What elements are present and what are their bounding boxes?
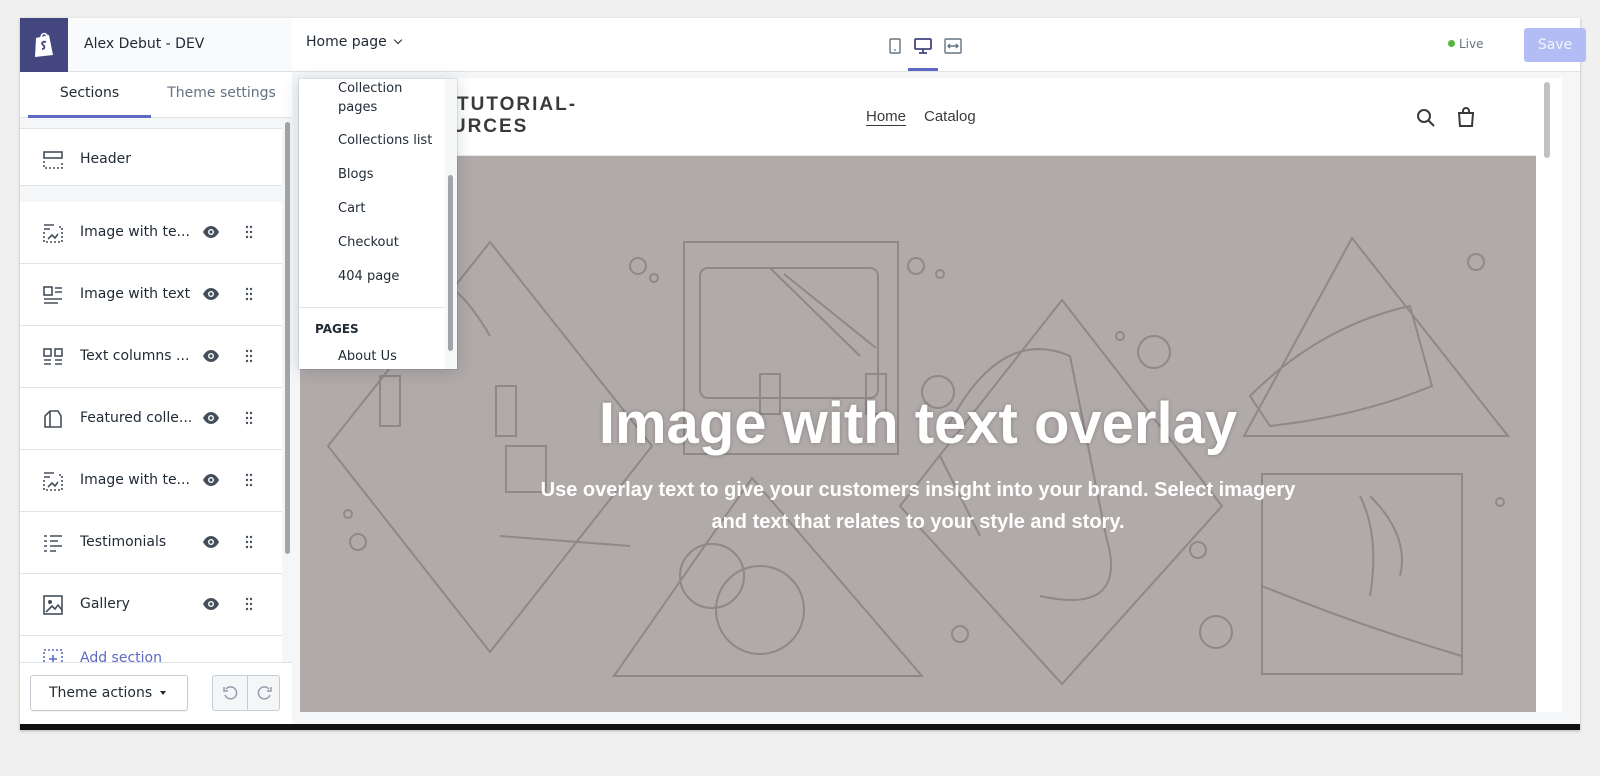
section-label: Gallery bbox=[80, 596, 130, 612]
page-selector-label: Home page bbox=[306, 34, 387, 50]
dropdown-divider bbox=[299, 307, 445, 308]
section-list: Header Image with te... Image with text bbox=[20, 118, 282, 692]
expand-width-icon bbox=[944, 38, 962, 54]
undo-button[interactable] bbox=[213, 676, 247, 710]
tab-theme-settings[interactable]: Theme settings bbox=[151, 72, 292, 118]
storefront-preview: ALEX-TUTORIAL-RESOURCES Home Catalog Ima… bbox=[300, 78, 1562, 712]
dropdown-item-checkout[interactable]: Checkout bbox=[338, 233, 399, 252]
section-item[interactable]: Image with te... bbox=[20, 202, 282, 264]
drag-handle-icon[interactable] bbox=[244, 225, 254, 239]
image-text-overlay-icon bbox=[43, 224, 63, 243]
sidebar: Alex Debut - DEV Sections Theme settings… bbox=[20, 18, 292, 724]
section-item[interactable]: Testimonials bbox=[20, 512, 282, 574]
sidebar-scroll-thumb[interactable] bbox=[285, 122, 290, 554]
cart-icon[interactable] bbox=[1456, 106, 1476, 128]
eye-icon[interactable] bbox=[202, 287, 220, 301]
image-text-icon bbox=[43, 286, 62, 304]
hero-subtitle: Use overlay text to give your customers … bbox=[540, 479, 1296, 533]
section-label: Featured colle... bbox=[80, 410, 193, 426]
sidebar-top: Alex Debut - DEV bbox=[20, 18, 292, 72]
drag-handle-icon[interactable] bbox=[244, 287, 254, 301]
section-item[interactable]: Featured colle... bbox=[20, 388, 282, 450]
undo-redo-group bbox=[212, 675, 280, 711]
dropdown-item-cart[interactable]: Cart bbox=[338, 199, 366, 218]
drag-handle-icon[interactable] bbox=[244, 349, 254, 363]
featured-collection-icon bbox=[44, 410, 62, 428]
section-item-header[interactable]: Header bbox=[20, 128, 282, 186]
text-columns-icon bbox=[43, 348, 63, 365]
drag-handle-icon[interactable] bbox=[244, 411, 254, 425]
live-status: Live bbox=[1448, 37, 1484, 51]
live-dot-icon bbox=[1448, 40, 1455, 47]
undo-icon bbox=[223, 686, 238, 700]
section-label: Testimonials bbox=[80, 534, 167, 550]
drag-handle-icon[interactable] bbox=[244, 597, 254, 611]
theme-editor: Alex Debut - DEV Sections Theme settings… bbox=[20, 18, 1586, 730]
image-text-overlay-icon bbox=[43, 472, 63, 491]
desktop-view-button[interactable] bbox=[908, 32, 938, 60]
testimonials-icon bbox=[44, 535, 62, 552]
section-item[interactable]: Image with te... bbox=[20, 450, 282, 512]
redo-icon bbox=[257, 686, 272, 700]
active-device-indicator bbox=[908, 68, 938, 71]
hero-image-overlay: Image with text overlay Use overlay text… bbox=[300, 156, 1536, 712]
eye-icon[interactable] bbox=[202, 473, 220, 487]
eye-icon[interactable] bbox=[202, 411, 220, 425]
desktop-icon bbox=[914, 38, 932, 54]
site-header: ALEX-TUTORIAL-RESOURCES Home Catalog bbox=[300, 78, 1536, 156]
dropdown-item-blogs[interactable]: Blogs bbox=[338, 165, 374, 184]
drag-handle-icon[interactable] bbox=[244, 535, 254, 549]
dropdown-scrollbar[interactable] bbox=[445, 79, 457, 369]
preview-scrollbar[interactable] bbox=[1536, 78, 1562, 712]
redo-button[interactable] bbox=[247, 676, 281, 710]
section-item[interactable]: Image with text bbox=[20, 264, 282, 326]
page-select-dropdown: Collection pages Collections list Blogs … bbox=[299, 79, 457, 369]
mobile-icon bbox=[889, 38, 901, 54]
dropdown-group-heading: PAGES bbox=[315, 322, 359, 336]
theme-actions-button[interactable]: Theme actions bbox=[30, 675, 188, 711]
section-label: Header bbox=[80, 151, 131, 167]
section-label: Image with te... bbox=[80, 472, 190, 488]
hero-title: Image with text overlay bbox=[598, 391, 1238, 456]
sidebar-footer: Theme actions bbox=[20, 662, 292, 724]
store-name: Alex Debut - DEV bbox=[84, 36, 205, 52]
search-icon[interactable] bbox=[1416, 108, 1436, 128]
preview-scroll-thumb[interactable] bbox=[1544, 82, 1550, 158]
dropdown-item-about-us[interactable]: About Us bbox=[338, 347, 397, 366]
section-label: Image with text bbox=[80, 286, 191, 302]
drag-handle-icon[interactable] bbox=[244, 473, 254, 487]
topbar: Home page Live Save bbox=[292, 18, 1586, 72]
save-button[interactable]: Save bbox=[1524, 28, 1586, 62]
eye-icon[interactable] bbox=[202, 597, 220, 611]
sidebar-scrollbar[interactable] bbox=[282, 118, 292, 692]
nav-link-catalog[interactable]: Catalog bbox=[924, 108, 976, 125]
section-label: Image with te... bbox=[80, 224, 190, 240]
chevron-down-icon bbox=[393, 35, 403, 45]
header-icon bbox=[43, 151, 63, 169]
caret-down-icon bbox=[160, 691, 167, 695]
eye-icon[interactable] bbox=[202, 225, 220, 239]
page-selector[interactable]: Home page bbox=[306, 34, 403, 50]
dropdown-item-collection-pages[interactable]: Collection pages bbox=[338, 79, 428, 117]
tab-sections[interactable]: Sections bbox=[28, 72, 151, 118]
mobile-view-button[interactable] bbox=[880, 32, 910, 60]
dropdown-item-collections-list[interactable]: Collections list bbox=[338, 131, 432, 150]
fullscreen-view-button[interactable] bbox=[938, 32, 968, 60]
shopify-logo-icon[interactable] bbox=[20, 18, 68, 72]
section-item[interactable]: Gallery bbox=[20, 574, 282, 636]
theme-actions-label: Theme actions bbox=[49, 685, 153, 701]
dropdown-item-404-page[interactable]: 404 page bbox=[338, 267, 399, 286]
eye-icon[interactable] bbox=[202, 349, 220, 363]
dropdown-scroll-thumb[interactable] bbox=[448, 175, 453, 351]
eye-icon[interactable] bbox=[202, 535, 220, 549]
preview-area: ALEX-TUTORIAL-RESOURCES Home Catalog Ima… bbox=[292, 72, 1580, 724]
section-label: Text columns ... bbox=[80, 348, 190, 364]
sidebar-tabs: Sections Theme settings bbox=[20, 72, 292, 118]
section-item[interactable]: Text columns ... bbox=[20, 326, 282, 388]
nav-link-home[interactable]: Home bbox=[866, 108, 907, 126]
gallery-icon bbox=[43, 595, 63, 615]
live-label: Live bbox=[1459, 37, 1484, 51]
